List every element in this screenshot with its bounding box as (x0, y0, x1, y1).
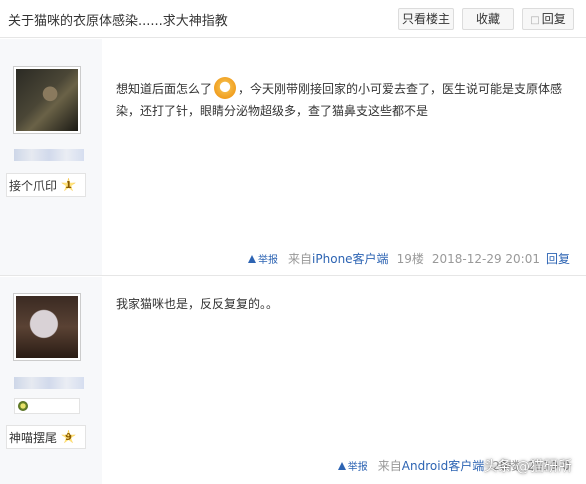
thread-header: 关于猫咪的衣原体感染......求大神指教 只看楼主 收藏 □ 回复 (0, 0, 586, 38)
medal-badge[interactable] (14, 398, 80, 414)
level-star-icon: 1 (61, 177, 76, 192)
author-name-blurred[interactable] (14, 377, 84, 389)
avatar-image (16, 69, 78, 131)
level-name: 接个爪印 (9, 178, 58, 193)
post-content: 我家猫咪也是，反反复复的。。 (116, 293, 576, 315)
source-prefix: 来自 (377, 459, 402, 473)
post-content: 想知道后面怎么了 ，今天刚带刚接回家的小可爱去查了，医生说可能是支原体感染，还打了… (116, 77, 576, 122)
author-name-blurred[interactable] (14, 149, 84, 161)
level-badge[interactable]: 神喵摆尾 9 (6, 425, 86, 449)
report-label: 举报 (347, 462, 368, 473)
level-name: 神喵摆尾 (9, 430, 58, 445)
post-time: 2018-12-29 20:01 (431, 251, 540, 266)
warning-icon (337, 461, 346, 470)
thread-title: 关于猫咪的衣原体感染......求大神指教 (8, 14, 228, 29)
warning-icon (248, 254, 257, 263)
avatar[interactable] (13, 293, 81, 361)
post-text: 想知道后面怎么了 (116, 82, 213, 96)
post-footer: 举报 来自 iPhone客户端 19楼 2018-12-29 20:01 回复 (248, 250, 570, 267)
report-link[interactable]: 举报 (337, 458, 368, 473)
source-prefix: 来自 (288, 252, 313, 266)
source-client-link[interactable]: iPhone客户端 (312, 250, 389, 267)
reply-icon: □ (530, 15, 540, 26)
level-star-icon: 9 (61, 429, 76, 444)
avatar[interactable] (13, 66, 81, 134)
post-floor-20: 神喵摆尾 9 我家猫咪也是，反反复复的。。 举报 来自 Android客户端 20… (0, 277, 586, 484)
reply-button-label: 回复 (541, 12, 566, 26)
report-link[interactable]: 举报 (248, 251, 278, 266)
post-reply-link[interactable]: 回复 (546, 250, 570, 267)
only-op-button[interactable]: 只看楼主 (398, 8, 454, 30)
emoji-icon (214, 77, 237, 99)
level-badge[interactable]: 接个爪印 1 (6, 173, 86, 197)
post-text: 我家猫咪也是，反反复复的。。 (116, 297, 279, 311)
avatar-image (16, 296, 78, 358)
reply-button[interactable]: □ 回复 (522, 8, 574, 30)
watermark: 头条 @猫研所 (483, 459, 572, 475)
source-client-link[interactable]: Android客户端 (402, 457, 484, 474)
floor-number: 19楼 (396, 252, 424, 266)
favorite-button[interactable]: 收藏 (462, 8, 514, 30)
post-floor-19: 接个爪印 1 想知道后面怎么了 ，今天刚带刚接回家的小可爱去查了，医生说可能是支原… (0, 39, 586, 276)
report-label: 举报 (258, 255, 279, 266)
author-sidebar: 神喵摆尾 9 (0, 277, 102, 484)
medal-icon (18, 401, 28, 411)
author-sidebar: 接个爪印 1 (0, 39, 102, 275)
